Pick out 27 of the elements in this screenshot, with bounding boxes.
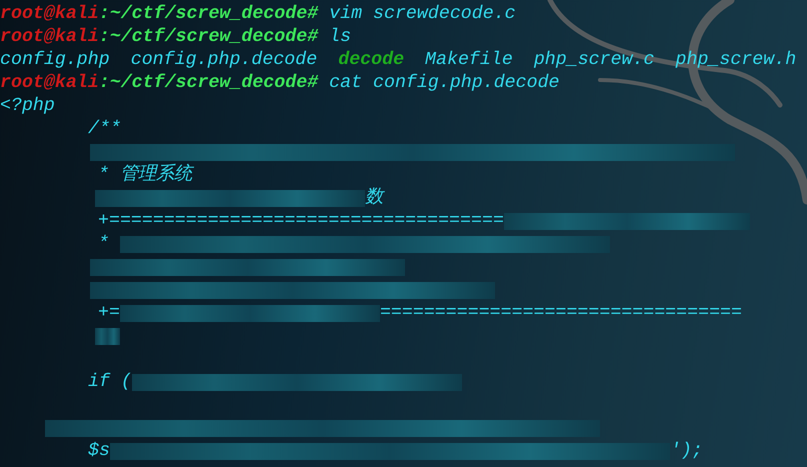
code-text: if (: [88, 373, 132, 392]
command-text: ls: [328, 28, 352, 47]
code-text: +====================================: [98, 212, 504, 231]
prompt-user: root@kali: [0, 5, 99, 24]
code-text: /**: [88, 120, 121, 139]
prompt-path: :~/ctf/screw_decode#: [98, 74, 318, 93]
file-name: php_screw.c: [534, 51, 654, 70]
code-text: =================================: [380, 304, 742, 323]
code-text: ');: [670, 442, 703, 461]
file-name: php_screw.h: [676, 51, 796, 70]
prompt-user: root@kali: [0, 74, 99, 93]
code-text: $s: [88, 442, 110, 461]
code-text: <?php: [0, 97, 55, 116]
code-text: *: [98, 235, 110, 254]
file-name: config.php.decode: [130, 51, 318, 70]
prompt-path: :~/ctf/screw_decode#: [98, 5, 318, 24]
command-text: vim screwdecode.c: [328, 5, 516, 24]
code-text: 数: [365, 189, 383, 208]
executable-name: decode: [338, 51, 404, 70]
code-text: * 管理系统: [98, 166, 192, 185]
code-text: +=: [98, 304, 120, 323]
redacted-block: [95, 328, 120, 345]
file-name: config.php: [0, 51, 110, 70]
command-text: cat config.php.decode: [328, 74, 560, 93]
file-name: Makefile: [425, 51, 513, 70]
prompt-user: root@kali: [0, 28, 99, 47]
prompt-path: :~/ctf/screw_decode#: [98, 28, 318, 47]
